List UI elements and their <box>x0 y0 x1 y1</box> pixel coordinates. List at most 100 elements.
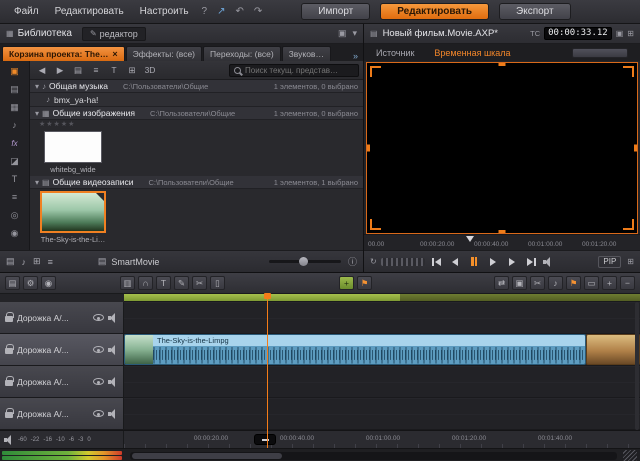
library-group-videos[interactable]: ▾ ▤ Общие видеозаписи C:\Пользователи\Об… <box>30 176 363 189</box>
category-photo-icon[interactable]: ▦ <box>4 100 26 114</box>
step-back-button[interactable] <box>448 255 463 268</box>
jog-strip[interactable] <box>381 258 425 266</box>
microphone-icon[interactable]: ◉ <box>41 276 56 290</box>
split-clip-icon[interactable]: ✂ <box>530 276 545 290</box>
text-view-icon[interactable]: Т <box>106 63 122 77</box>
resize-grip[interactable] <box>623 450 637 461</box>
video-monitor-icon[interactable] <box>93 378 104 385</box>
tab-project-bin[interactable]: Корзина проекта: The… × <box>2 46 125 61</box>
razor-icon[interactable]: ✂ <box>192 276 207 290</box>
audio-monitor-icon[interactable] <box>108 345 118 355</box>
loop-icon[interactable]: ↻ <box>370 257 377 266</box>
horizontal-scrollbar[interactable] <box>130 452 617 460</box>
category-voiceover-icon[interactable]: ◉ <box>4 226 26 240</box>
expander-icon[interactable]: ▾ <box>35 82 39 91</box>
timeline-overview-bar[interactable] <box>124 294 640 302</box>
preview-scrub-ruler[interactable]: 00.00 00:00:20.00 00:00:40.00 00:01:00.0… <box>364 234 640 250</box>
edit-mode-button[interactable]: Редактировать <box>380 3 489 20</box>
list-view-icon[interactable]: ≡ <box>88 63 104 77</box>
vertical-scrollbar[interactable] <box>635 302 639 430</box>
go-to-start-button[interactable] <box>429 255 444 268</box>
close-icon[interactable]: × <box>112 49 117 59</box>
timeline-ruler[interactable]: 00:00:20.00 00:00:40.00 00:01:00.00 00:0… <box>124 431 640 448</box>
audio-icon[interactable]: ♪ <box>548 276 563 290</box>
library-item-music[interactable]: ♪ bmx_ya-ha! <box>30 93 363 107</box>
category-disc-icon[interactable]: ◎ <box>4 208 26 222</box>
library-group-music[interactable]: ▾ ♪ Общая музыка C:\Пользователи\Общие 1… <box>30 80 363 93</box>
help-icon[interactable]: ? <box>197 6 213 17</box>
lock-icon[interactable] <box>5 380 13 386</box>
crop-edge-handle[interactable] <box>499 230 506 233</box>
menu-file[interactable]: Файл <box>6 6 47 17</box>
rating-stars[interactable]: ★★★★★ <box>30 120 363 129</box>
scrub-marker[interactable] <box>466 236 474 246</box>
crop-corner-icon[interactable] <box>623 219 634 230</box>
magnet-icon[interactable]: ∩ <box>138 276 153 290</box>
panel-menu-icon[interactable]: ▾ <box>352 28 357 39</box>
category-effects-icon[interactable]: fx <box>4 136 26 150</box>
add-to-timeline-icon[interactable]: ▤ <box>6 256 15 267</box>
track-1-lane[interactable] <box>124 302 640 333</box>
video-monitor-icon[interactable] <box>93 346 104 353</box>
tab-effects[interactable]: Эффекты: (все) <box>126 46 202 61</box>
playhead[interactable] <box>267 294 268 448</box>
track-4-lane[interactable] <box>124 398 640 429</box>
category-titles-icon[interactable]: T <box>4 172 26 186</box>
library-item-image[interactable]: whitebg_wide <box>35 131 111 174</box>
track-3-lane[interactable] <box>124 366 640 397</box>
menu-edit[interactable]: Редактировать <box>47 6 132 17</box>
tab-source[interactable]: Источник <box>376 48 414 58</box>
import-mode-button[interactable]: Импорт <box>301 3 370 20</box>
track-3-header[interactable]: Дорожка А/... <box>0 366 124 397</box>
scrollbar-thumb[interactable] <box>132 453 282 459</box>
preview-viewport[interactable] <box>366 62 638 234</box>
library-item-video-selected[interactable]: The-Sky-is-the-Li… <box>35 191 111 244</box>
menu-setup[interactable]: Настроить <box>132 6 197 17</box>
preview-sound-icon[interactable]: ♪ <box>22 257 27 267</box>
timeline-settings-icon[interactable]: ⚙ <box>23 276 38 290</box>
video-clip[interactable]: The-Sky-is-the-Limpg <box>124 334 586 365</box>
zoom-out-icon[interactable]: − <box>620 276 635 290</box>
track-2-header[interactable]: Дорожка А/... <box>0 334 124 365</box>
audio-monitor-icon[interactable] <box>108 409 118 419</box>
overview-rest-range[interactable] <box>400 294 640 301</box>
volume-icon[interactable] <box>543 257 553 267</box>
crop-edge-handle[interactable] <box>634 145 637 152</box>
audio-monitor-icon[interactable] <box>108 313 118 323</box>
expander-icon[interactable]: ▾ <box>35 109 39 118</box>
pip-button[interactable]: PIP <box>598 256 621 268</box>
info-icon[interactable]: ⓘ <box>348 255 357 268</box>
lock-icon[interactable] <box>5 412 13 418</box>
pause-button[interactable] <box>467 255 482 268</box>
zoom-in-icon[interactable]: + <box>602 276 617 290</box>
track-4-header[interactable]: Дорожка А/... <box>0 398 124 429</box>
video-monitor-icon[interactable] <box>93 314 104 321</box>
trim-mode-icon[interactable]: ⇄ <box>494 276 509 290</box>
tab-sounds[interactable]: Звуков… <box>282 46 331 61</box>
track-1-header[interactable]: Дорожка А/... <box>0 302 124 333</box>
camera-icon[interactable]: ▣ <box>512 276 527 290</box>
undock-icon[interactable]: ▣ <box>616 29 624 38</box>
smartmovie-button[interactable]: ▤ SmartMovie <box>98 256 160 267</box>
crop-edge-handle[interactable] <box>367 145 370 152</box>
play-button[interactable] <box>486 255 501 268</box>
add-track-icon[interactable]: ▤ <box>5 276 20 290</box>
panel-expand-icon[interactable]: ▣ <box>338 28 347 39</box>
playhead-position-box[interactable] <box>254 434 276 445</box>
crop-corner-icon[interactable] <box>370 66 381 77</box>
category-audio-icon[interactable]: ♪ <box>4 118 26 132</box>
overview-used-range[interactable] <box>124 294 400 301</box>
color-clip-icon[interactable]: + <box>339 276 354 290</box>
track-2-lane[interactable]: The-Sky-is-the-Limpg <box>124 334 640 365</box>
audio-meter-toggle[interactable] <box>572 48 628 58</box>
fullscreen-grid-icon[interactable]: ⊞ <box>627 257 634 266</box>
category-montage-icon[interactable]: ≡ <box>4 190 26 204</box>
marker-flag-icon[interactable]: ⚑ <box>357 276 372 290</box>
tab-timeline[interactable]: Временная шкала <box>434 48 510 58</box>
category-video-icon[interactable]: ▤ <box>4 82 26 96</box>
audio-monitor-icon[interactable] <box>108 377 118 387</box>
go-to-end-button[interactable] <box>524 255 539 268</box>
title-editor-icon[interactable]: T <box>156 276 171 290</box>
category-transitions-icon[interactable]: ◪ <box>4 154 26 168</box>
marker-icon[interactable]: ⚑ <box>566 276 581 290</box>
